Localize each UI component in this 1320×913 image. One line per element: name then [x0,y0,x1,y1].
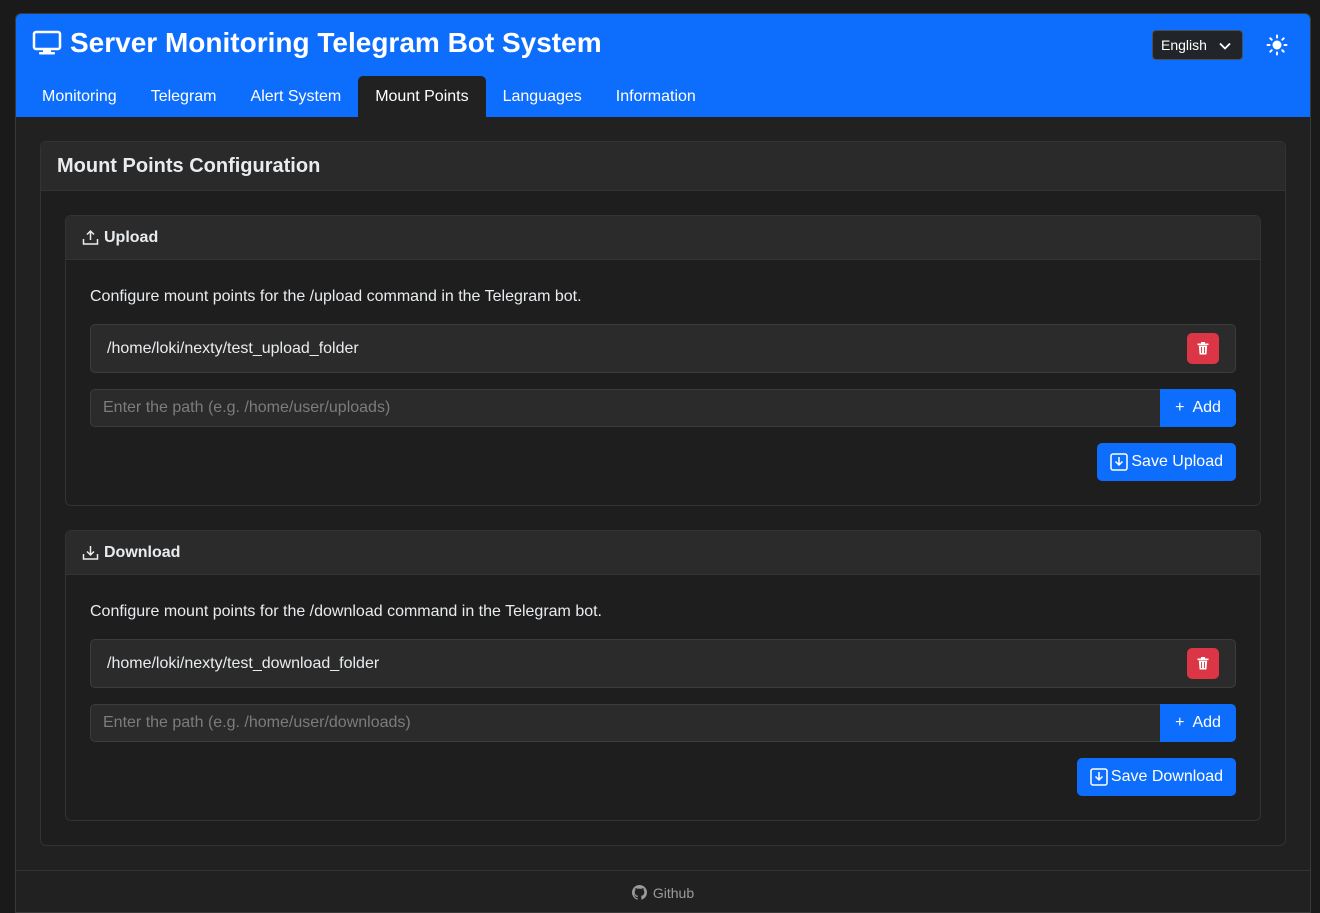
tab-alert-system[interactable]: Alert System [234,76,359,117]
mount-points-card: Mount Points Configuration Upload Config… [40,141,1286,846]
download-save-row: Save Download [90,758,1236,796]
upload-description: Configure mount points for the /upload c… [90,288,582,305]
add-upload-label: Add [1192,399,1221,416]
github-icon [631,885,647,900]
card-title: Mount Points Configuration [41,142,1285,191]
download-header: Download [66,531,1260,575]
delete-upload-mount-button[interactable] [1187,333,1219,364]
add-download-label: Add [1192,714,1221,731]
upload-title: Upload [104,228,159,246]
save-download-label: Save Download [1110,768,1223,785]
upload-section: Upload Configure mount points for the /u… [65,215,1261,506]
github-link[interactable]: Github [653,885,694,901]
download-body: Configure mount points for the /download… [66,575,1260,820]
save-upload-label: Save Upload [1131,453,1223,470]
upload-header: Upload [66,216,1260,260]
upload-body: Configure mount points for the /upload c… [66,260,1260,505]
tab-mount-points[interactable]: Mount Points [358,76,486,117]
navbar: Server Monitoring Telegram Bot System En… [16,14,1310,117]
nav-tabs: Monitoring Telegram Alert System Mount P… [25,76,713,117]
tab-information[interactable]: Information [599,76,713,117]
download-path-input[interactable] [90,704,1160,742]
language-select[interactable]: English [1152,30,1243,60]
download-mount-item: /home/loki/nexty/test_download_folder [90,639,1236,688]
monitor-icon [32,30,62,55]
add-upload-button[interactable]: + Add [1160,389,1236,427]
upload-mount-item: /home/loki/nexty/test_upload_folder [90,324,1236,373]
chevron-down-icon [1219,42,1231,50]
upload-save-row: Save Upload [90,443,1236,481]
plus-icon: + [1175,714,1185,731]
save-icon [1110,453,1129,471]
upload-add-row: + Add [90,389,1236,427]
main-content: Mount Points Configuration Upload Config… [16,117,1310,846]
save-icon [1090,768,1108,786]
tab-telegram[interactable]: Telegram [134,76,234,117]
delete-download-mount-button[interactable] [1187,648,1219,679]
app-title: Server Monitoring Telegram Bot System [32,27,602,59]
download-section: Download Configure mount points for the … [65,530,1261,821]
download-add-row: + Add [90,704,1236,742]
sun-icon[interactable] [1266,34,1288,56]
download-mount-path: /home/loki/nexty/test_download_folder [107,654,380,672]
download-description: Configure mount points for the /download… [90,603,602,620]
tab-languages[interactable]: Languages [486,76,599,117]
language-select-value: English [1161,37,1207,53]
add-download-button[interactable]: + Add [1160,704,1236,742]
trash-icon [1197,657,1209,670]
app-title-text: Server Monitoring Telegram Bot System [70,27,602,58]
trash-icon [1197,342,1209,355]
save-download-button[interactable]: Save Download [1076,758,1236,796]
app-window: Server Monitoring Telegram Bot System En… [15,13,1311,913]
footer: Github [16,870,1310,912]
download-icon [82,546,99,560]
upload-path-input[interactable] [90,389,1160,427]
upload-mount-path: /home/loki/nexty/test_upload_folder [107,339,359,357]
tab-monitoring[interactable]: Monitoring [25,76,134,117]
plus-icon: + [1175,399,1185,416]
download-title: Download [104,543,181,561]
card-body: Upload Configure mount points for the /u… [41,191,1285,845]
save-upload-button[interactable]: Save Upload [1097,443,1236,481]
upload-icon [82,229,99,245]
